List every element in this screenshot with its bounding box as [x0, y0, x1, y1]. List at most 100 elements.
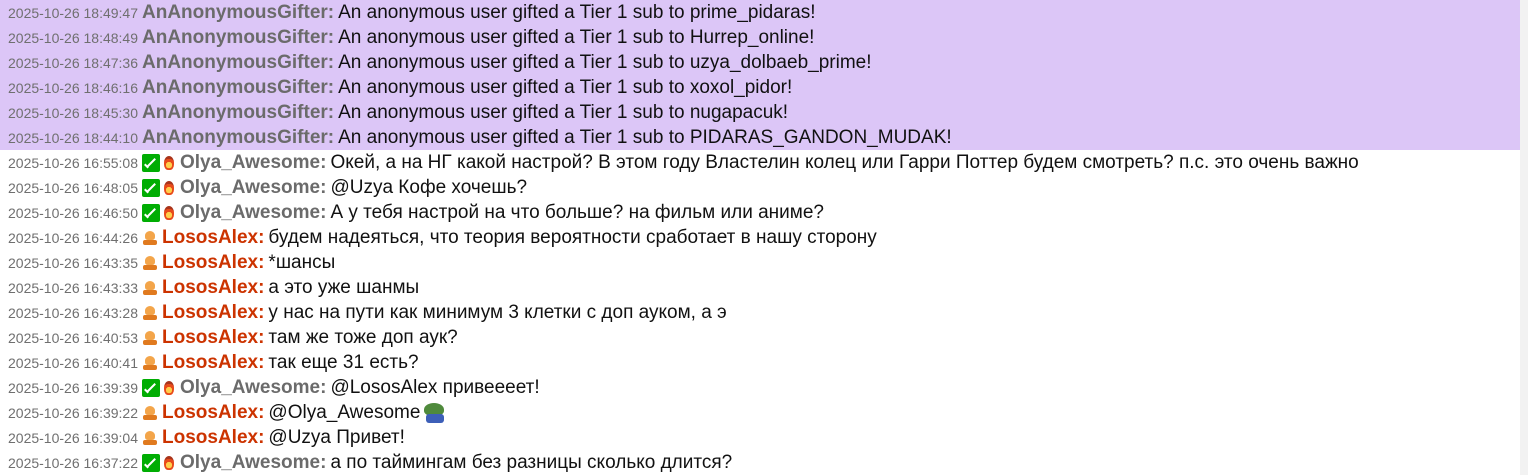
user-badges [142, 200, 178, 225]
user-badges [142, 175, 178, 200]
sub-gift-notice: 2025-10-26 18:46:16 AnAnonymousGifter: An … [0, 75, 1520, 100]
message-text: А у тебя настрой на что больше? на фильм… [330, 202, 824, 223]
subscriber-flame-icon[interactable] [162, 179, 176, 197]
subscriber-flame-icon[interactable] [162, 154, 176, 172]
username[interactable]: AnAnonymousGifter: [142, 52, 334, 73]
chat-message: 2025-10-26 16:40:53 LososAlex: там же тоже… [0, 325, 1520, 350]
subscriber-hat-icon[interactable] [142, 230, 158, 246]
chat-message: 2025-10-26 16:46:50 Olya_Awesome: А у тебя… [0, 200, 1520, 225]
username[interactable]: Olya_Awesome: [180, 377, 326, 398]
message-text: там же тоже доп аук? [268, 327, 458, 348]
moderator-sword-icon[interactable] [142, 204, 160, 223]
subscriber-hat-icon[interactable] [142, 305, 158, 321]
username[interactable]: LososAlex: [162, 252, 264, 273]
chat-log: 2025-10-26 18:49:47 AnAnonymousGifter: An … [0, 0, 1520, 475]
subscriber-hat-icon[interactable] [142, 330, 158, 346]
message-text: а по таймингам без разницы сколько длитс… [330, 452, 733, 473]
message-timestamp: 2025-10-26 16:40:41 [8, 355, 138, 371]
message-text: @Uzya Кофе хочешь? [330, 177, 528, 198]
sub-gift-notice: 2025-10-26 18:44:10 AnAnonymousGifter: An … [0, 125, 1520, 150]
chat-message: 2025-10-26 16:39:22 LososAlex: @Olya_Aweso… [0, 400, 1520, 425]
sub-gift-notice: 2025-10-26 18:45:30 AnAnonymousGifter: An … [0, 100, 1520, 125]
message-timestamp: 2025-10-26 18:49:47 [8, 5, 138, 21]
username[interactable]: AnAnonymousGifter: [142, 77, 334, 98]
subscriber-flame-icon[interactable] [162, 204, 176, 222]
message-text: An anonymous user gifted a Tier 1 sub to… [338, 52, 872, 73]
username[interactable]: AnAnonymousGifter: [142, 102, 334, 123]
message-timestamp: 2025-10-26 16:43:33 [8, 280, 138, 296]
username[interactable]: AnAnonymousGifter: [142, 2, 334, 23]
message-text: будем надеяться, что теория вероятности … [268, 227, 877, 248]
pepe-emote-icon[interactable] [422, 402, 448, 424]
message-timestamp: 2025-10-26 18:44:10 [8, 130, 138, 146]
user-badges [142, 250, 160, 275]
username[interactable]: LososAlex: [162, 352, 264, 373]
sub-gift-notice: 2025-10-26 18:48:49 AnAnonymousGifter: An … [0, 25, 1520, 50]
message-timestamp: 2025-10-26 16:55:08 [8, 155, 138, 171]
message-timestamp: 2025-10-26 16:39:22 [8, 405, 138, 421]
username[interactable]: LososAlex: [162, 427, 264, 448]
user-badges [142, 325, 160, 350]
message-timestamp: 2025-10-26 16:43:28 [8, 305, 138, 321]
sub-gift-notice: 2025-10-26 18:47:36 AnAnonymousGifter: An … [0, 50, 1520, 75]
subscriber-flame-icon[interactable] [162, 379, 176, 397]
subscriber-hat-icon[interactable] [142, 355, 158, 371]
message-text: An anonymous user gifted a Tier 1 sub to… [338, 77, 793, 98]
user-badges [142, 400, 160, 425]
message-text: An anonymous user gifted a Tier 1 sub to… [338, 27, 815, 48]
chat-scrollbar[interactable] [1520, 0, 1528, 475]
chat-message: 2025-10-26 16:39:04 LososAlex: @Uzya Приве… [0, 425, 1520, 450]
subscriber-hat-icon[interactable] [142, 280, 158, 296]
chat-message: 2025-10-26 16:39:39 Olya_Awesome: @LososAl… [0, 375, 1520, 400]
moderator-sword-icon[interactable] [142, 179, 160, 198]
subscriber-flame-icon[interactable] [162, 454, 176, 472]
username[interactable]: LososAlex: [162, 327, 264, 348]
message-timestamp: 2025-10-26 16:48:05 [8, 180, 138, 196]
moderator-sword-icon[interactable] [142, 379, 160, 398]
user-badges [142, 425, 160, 450]
chat-message: 2025-10-26 16:43:35 LososAlex: *шансы [0, 250, 1520, 275]
message-text: @Uzya Привет! [268, 427, 405, 448]
moderator-sword-icon[interactable] [142, 154, 160, 173]
username[interactable]: Olya_Awesome: [180, 177, 326, 198]
message-timestamp: 2025-10-26 16:39:39 [8, 380, 138, 396]
message-text: An anonymous user gifted a Tier 1 sub to… [338, 102, 789, 123]
chat-message: 2025-10-26 16:43:33 LososAlex: а это уже ш… [0, 275, 1520, 300]
username[interactable]: Olya_Awesome: [180, 152, 326, 173]
message-text: Окей, а на НГ какой настрой? В этом году… [330, 152, 1359, 173]
moderator-sword-icon[interactable] [142, 454, 160, 473]
message-timestamp: 2025-10-26 16:43:35 [8, 255, 138, 271]
username[interactable]: LososAlex: [162, 302, 264, 323]
subscriber-hat-icon[interactable] [142, 255, 158, 271]
user-badges [142, 450, 178, 475]
user-badges [142, 350, 160, 375]
user-badges [142, 375, 178, 400]
chat-message: 2025-10-26 16:43:28 LososAlex: у нас на пу… [0, 300, 1520, 325]
chat-message: 2025-10-26 16:48:05 Olya_Awesome: @Uzya Ко… [0, 175, 1520, 200]
message-text: An anonymous user gifted a Tier 1 sub to… [338, 2, 816, 23]
user-badges [142, 150, 178, 175]
chat-message: 2025-10-26 16:44:26 LososAlex: будем надея… [0, 225, 1520, 250]
username[interactable]: Olya_Awesome: [180, 202, 326, 223]
message-text: *шансы [268, 252, 336, 273]
message-timestamp: 2025-10-26 16:44:26 [8, 230, 138, 246]
message-timestamp: 2025-10-26 16:40:53 [8, 330, 138, 346]
username[interactable]: Olya_Awesome: [180, 452, 326, 473]
chat-message: 2025-10-26 16:37:22 Olya_Awesome: а по тай… [0, 450, 1520, 475]
username[interactable]: AnAnonymousGifter: [142, 127, 334, 148]
message-text: у нас на пути как минимум 3 клетки с доп… [268, 302, 727, 323]
user-badges [142, 300, 160, 325]
subscriber-hat-icon[interactable] [142, 430, 158, 446]
subscriber-hat-icon[interactable] [142, 405, 158, 421]
message-text: An anonymous user gifted a Tier 1 sub to… [338, 127, 952, 148]
username[interactable]: LososAlex: [162, 402, 264, 423]
message-timestamp: 2025-10-26 16:39:04 [8, 430, 138, 446]
message-text: @Olya_Awesome [268, 402, 421, 423]
message-timestamp: 2025-10-26 18:46:16 [8, 80, 138, 96]
username[interactable]: LososAlex: [162, 227, 264, 248]
username[interactable]: AnAnonymousGifter: [142, 27, 334, 48]
message-timestamp: 2025-10-26 18:48:49 [8, 30, 138, 46]
message-timestamp: 2025-10-26 16:37:22 [8, 455, 138, 471]
username[interactable]: LososAlex: [162, 277, 264, 298]
message-timestamp: 2025-10-26 18:45:30 [8, 105, 138, 121]
